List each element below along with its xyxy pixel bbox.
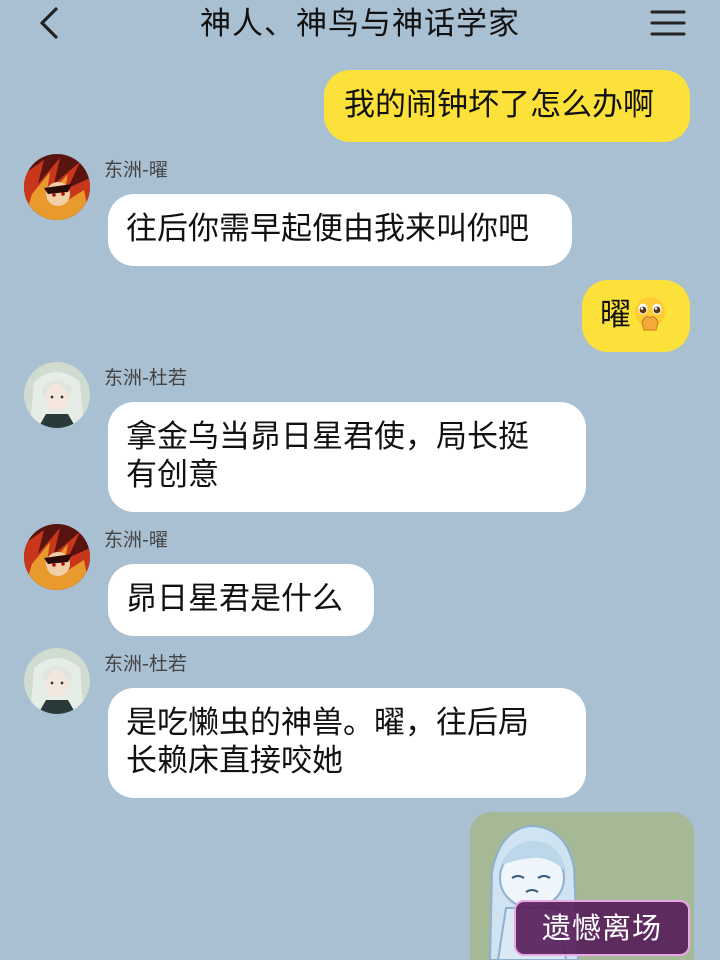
sender-name: 东洲-曜 <box>104 159 168 181</box>
sticker-message[interactable]: 遗憾离场 <box>470 812 694 960</box>
avatar-yao[interactable] <box>24 524 90 590</box>
message-text: 曜 <box>600 297 631 333</box>
sender-name: 东洲-曜 <box>104 529 168 551</box>
message-text-line: 拿金乌当昴日星君使，局长挺 <box>126 419 529 455</box>
message-text: 我的闹钟坏了怎么办啊 <box>344 87 654 123</box>
sender-name: 东洲-杜若 <box>104 653 187 675</box>
message-text-line: 有创意 <box>126 457 219 493</box>
other-message-bubble[interactable]: 往后你需早起便由我来叫你吧 <box>108 194 572 266</box>
avatar-image <box>24 524 90 590</box>
message-text: 昴日星君是什么 <box>126 581 343 617</box>
avatar-image <box>24 154 90 220</box>
sender-name: 东洲-杜若 <box>104 367 187 389</box>
avatar-duruo[interactable] <box>24 648 90 714</box>
avatar-duruo[interactable] <box>24 362 90 428</box>
my-message-bubble[interactable]: 曜 <box>582 280 690 352</box>
other-message-bubble[interactable]: 是吃懒虫的神兽。曜，往后局 长赖床直接咬她 <box>108 688 586 798</box>
my-message-bubble[interactable]: 我的闹钟坏了怎么办啊 <box>324 70 690 142</box>
other-message-bubble[interactable]: 拿金乌当昴日星君使，局长挺 有创意 <box>108 402 586 512</box>
sticker-caption: 遗憾离场 <box>514 900 690 956</box>
chevron-left-icon <box>40 7 58 39</box>
message-text-line: 是吃懒虫的神兽。曜，往后局 <box>126 705 529 741</box>
pleading-face-icon <box>635 297 665 331</box>
chat-title: 神人、神鸟与神话学家 <box>200 6 520 42</box>
hamburger-menu-icon <box>650 10 686 36</box>
avatar-yao[interactable] <box>24 154 90 220</box>
back-button[interactable] <box>34 6 64 40</box>
avatar-image <box>24 362 90 428</box>
message-text-line: 长赖床直接咬她 <box>126 743 343 779</box>
menu-button[interactable] <box>650 8 686 38</box>
message-text: 往后你需早起便由我来叫你吧 <box>126 211 529 247</box>
other-message-bubble[interactable]: 昴日星君是什么 <box>108 564 374 636</box>
avatar-image <box>24 648 90 714</box>
chat-header: 神人、神鸟与神话学家 <box>0 0 720 50</box>
